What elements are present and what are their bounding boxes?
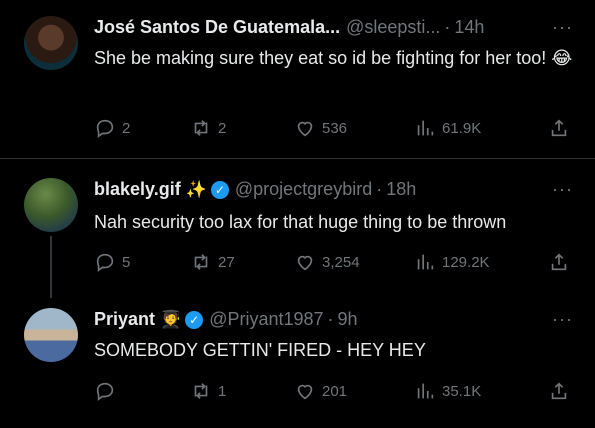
views-button[interactable]: 129.2K <box>414 251 490 273</box>
share-icon <box>551 382 567 400</box>
tweet-3[interactable]: Priyant 🧑‍🎓 ✓ @Priyant1987 · 9h ··· SOME… <box>0 298 595 428</box>
retweet-count: 1 <box>218 382 227 400</box>
more-horizontal-icon[interactable]: ··· <box>552 309 573 330</box>
tweet-2[interactable]: blakely.gif ✨ ✓ @projectgreybird · 18h ·… <box>0 160 595 298</box>
separator-dot: · <box>376 179 383 199</box>
views-button[interactable]: 35.1K <box>414 380 481 402</box>
retweet-button[interactable]: 2 <box>190 117 226 139</box>
name-emoji: ✨ <box>185 179 207 199</box>
view-count: 129.2K <box>442 253 490 271</box>
retweet-icon <box>194 254 208 270</box>
timestamp[interactable]: 14h <box>454 17 484 38</box>
heart-icon <box>297 255 313 271</box>
like-button[interactable]: 3,254 <box>294 251 360 273</box>
like-button[interactable]: 201 <box>294 380 347 402</box>
heart-icon <box>297 121 313 137</box>
share-icon <box>551 119 567 137</box>
retweet-count: 27 <box>218 253 235 271</box>
reply-button[interactable]: 2 <box>94 117 130 139</box>
reply-button[interactable]: 5 <box>94 251 130 273</box>
verified-badge-icon: ✓ <box>210 180 229 199</box>
reply-count: 5 <box>122 253 131 271</box>
views-bar-chart-icon <box>417 120 434 136</box>
like-count: 536 <box>322 119 348 137</box>
share-button[interactable] <box>548 251 570 273</box>
name-emoji: 🧑‍🎓 <box>160 309 182 329</box>
tweet-text: SOMEBODY GETTIN' FIRED - HEY HEY <box>94 340 426 360</box>
retweet-count: 2 <box>218 119 227 137</box>
views-bar-chart-icon <box>417 383 434 399</box>
share-button[interactable] <box>548 117 570 139</box>
tweet-header: José Santos De Guatemala... @sleepsti...… <box>94 17 484 38</box>
action-bar: 1 201 35.1K <box>94 380 574 404</box>
reply-count: 2 <box>122 119 131 137</box>
more-horizontal-icon[interactable]: ··· <box>552 17 573 38</box>
timestamp[interactable]: 18h <box>386 179 416 200</box>
reply-icon <box>96 119 114 138</box>
separator-dot: · <box>327 309 334 329</box>
verified-badge-icon: ✓ <box>185 310 204 329</box>
reply-button[interactable] <box>94 380 122 402</box>
views-bar-chart-icon <box>417 254 434 270</box>
tweet-1[interactable]: José Santos De Guatemala... @sleepsti...… <box>0 0 595 158</box>
handle[interactable]: @Priyant1987 <box>209 309 323 330</box>
reply-icon <box>96 253 114 272</box>
retweet-icon <box>194 120 208 136</box>
more-horizontal-icon[interactable]: ··· <box>552 179 573 200</box>
handle[interactable]: @projectgreybird <box>235 179 372 200</box>
handle[interactable]: @sleepsti... <box>346 17 440 38</box>
avatar[interactable] <box>24 16 78 70</box>
display-name[interactable]: Priyant <box>94 309 155 330</box>
avatar[interactable] <box>24 308 78 362</box>
share-button[interactable] <box>548 380 570 402</box>
share-icon <box>551 253 567 271</box>
retweet-button[interactable]: 27 <box>190 251 235 273</box>
timestamp[interactable]: 9h <box>338 309 358 330</box>
divider <box>0 158 595 159</box>
retweet-button[interactable]: 1 <box>190 380 226 402</box>
view-count: 35.1K <box>442 382 482 400</box>
view-count: 61.9K <box>442 119 482 137</box>
avatar[interactable] <box>24 178 78 232</box>
reply-icon <box>96 382 114 401</box>
like-button[interactable]: 536 <box>294 117 347 139</box>
views-button[interactable]: 61.9K <box>414 117 481 139</box>
action-bar: 2 2 536 61.9K <box>94 117 574 141</box>
like-count: 201 <box>322 382 348 400</box>
like-count: 3,254 <box>322 253 360 271</box>
separator-dot: · <box>444 17 451 37</box>
tweet-text: Nah security too lax for that huge thing… <box>94 212 507 232</box>
heart-icon <box>297 384 313 400</box>
retweet-icon <box>194 383 208 399</box>
display-name[interactable]: José Santos De Guatemala... <box>94 17 340 38</box>
tweet-text: She be making sure they eat so id be fig… <box>94 48 573 68</box>
action-bar: 5 27 3,254 129.2K <box>94 251 574 275</box>
display-name[interactable]: blakely.gif <box>94 179 181 200</box>
tweet-header: blakely.gif ✨ ✓ @projectgreybird · 18h <box>94 179 416 200</box>
tweet-header: Priyant 🧑‍🎓 ✓ @Priyant1987 · 9h <box>94 309 358 330</box>
